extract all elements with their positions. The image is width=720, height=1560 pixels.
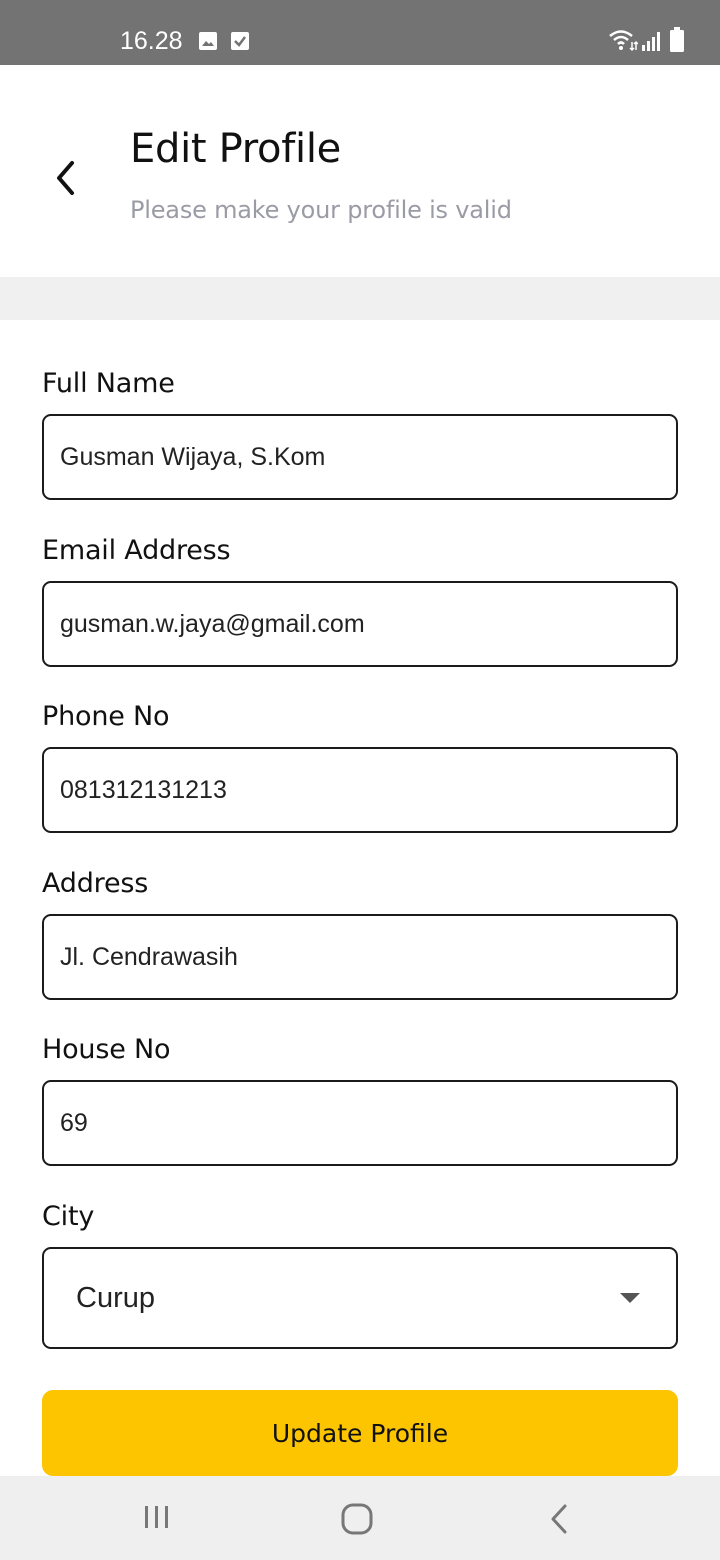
- house-no-label: House No: [42, 1034, 171, 1065]
- update-profile-button[interactable]: Update Profile: [42, 1390, 678, 1476]
- gallery-icon: [199, 32, 217, 50]
- address-input[interactable]: [42, 914, 678, 1000]
- page-title: Edit Profile: [130, 126, 341, 172]
- dropdown-arrow-icon: [620, 1293, 640, 1303]
- city-select-value: Curup: [76, 1282, 155, 1314]
- home-icon[interactable]: [340, 1502, 374, 1536]
- signal-icon: [642, 32, 660, 51]
- check-icon: [231, 32, 249, 50]
- back-icon[interactable]: [545, 1502, 575, 1536]
- status-time: 16.28: [120, 27, 183, 55]
- city-select[interactable]: Curup: [42, 1247, 678, 1349]
- phone-label: Phone No: [42, 701, 170, 732]
- status-bar: 16.28: [0, 0, 720, 65]
- address-label: Address: [42, 868, 149, 899]
- full-name-input[interactable]: [42, 414, 678, 500]
- phone-input[interactable]: [42, 747, 678, 833]
- section-divider: [0, 277, 720, 320]
- page-subtitle: Please make your profile is valid: [130, 196, 512, 224]
- chevron-left-icon: [57, 161, 74, 195]
- edit-profile-form: Full Name Email Address Phone No Address…: [0, 320, 720, 1476]
- header: Edit Profile Please make your profile is…: [0, 65, 720, 277]
- back-button[interactable]: [40, 153, 90, 203]
- house-no-input[interactable]: [42, 1080, 678, 1166]
- wifi-icon: [609, 30, 638, 52]
- battery-icon: [670, 27, 684, 52]
- full-name-label: Full Name: [42, 368, 175, 399]
- recents-icon[interactable]: [142, 1502, 172, 1532]
- email-input[interactable]: [42, 581, 678, 667]
- city-label: City: [42, 1201, 95, 1232]
- system-nav-bar: [0, 1476, 720, 1560]
- email-label: Email Address: [42, 535, 231, 566]
